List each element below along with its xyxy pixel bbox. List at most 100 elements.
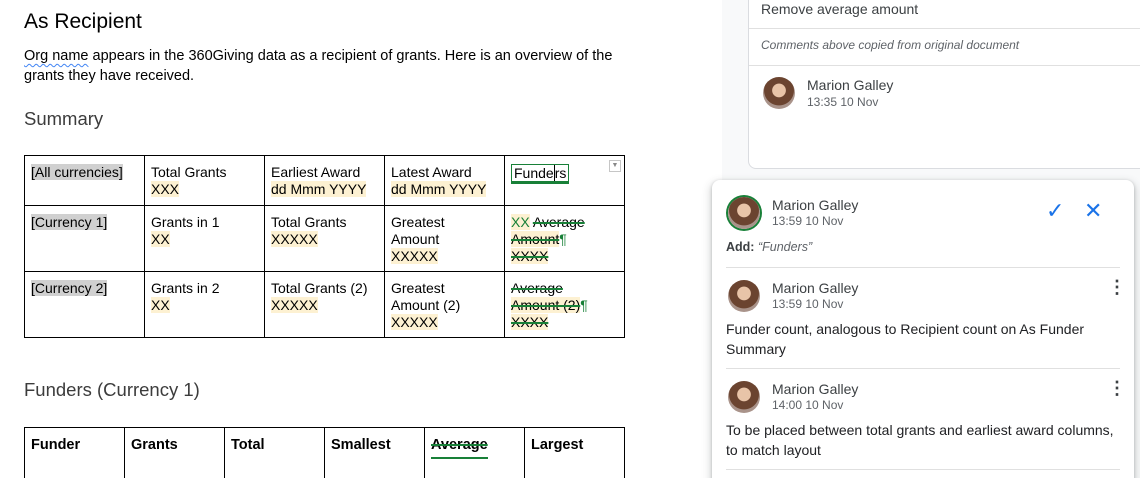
summary-table[interactable]: [All currencies] Total Grants XXX Earlie…	[24, 155, 625, 338]
spellcheck-word[interactable]: Org name	[24, 48, 88, 64]
column-header: Total	[231, 437, 265, 453]
table-row: Funder Grants Total Smallest Average Lar…	[24, 427, 625, 478]
avatar[interactable]	[728, 197, 760, 229]
suggested-deletion[interactable]: Amount (2)	[511, 297, 581, 313]
insertion-text: rs	[554, 165, 567, 181]
intro-paragraph: Org name appears in the 360Giving data a…	[24, 46, 644, 86]
check-icon[interactable]: ✓	[1046, 198, 1064, 224]
divider	[726, 469, 1120, 470]
cell-text: [Currency 1]	[31, 214, 108, 230]
table-header-cell[interactable]: Average	[424, 427, 525, 478]
cell-value: XXXXX	[391, 248, 438, 264]
comment-time: 13:59 10 Nov	[772, 214, 844, 228]
table-row: [Currency 2] Grants in 2 XX Total Grants…	[24, 271, 625, 338]
table-cell[interactable]: Funders ▼	[504, 155, 625, 206]
cell-value: XX	[151, 297, 170, 313]
table-cell[interactable]: Total Grants XXX	[144, 155, 265, 206]
avatar[interactable]	[728, 280, 760, 312]
cell-text: [All currencies]	[31, 164, 123, 180]
intro-text: appears in the 360Giving data as a recip…	[24, 48, 613, 84]
divider	[749, 65, 1140, 66]
table-cell[interactable]: Greatest Amount XXXXX	[384, 205, 505, 272]
table-cell[interactable]: Earliest Award dd Mmm YYYY	[264, 155, 385, 206]
cell-value: XXXXX	[271, 297, 318, 313]
summary-heading: Summary	[24, 108, 104, 129]
table-cell[interactable]: Average Amount (2)¶ XXXX	[504, 271, 625, 338]
suggestion-label: Add:	[726, 240, 755, 254]
table-cell[interactable]: Greatest Amount (2) XXXXX	[384, 271, 505, 338]
more-vert-icon[interactable]: ⋮	[1108, 278, 1126, 296]
cell-text: Grants in 2	[151, 280, 220, 296]
cell-text: Total Grants	[151, 164, 227, 180]
comment-time: 13:35 10 Nov	[807, 95, 879, 109]
column-header: Smallest	[331, 437, 391, 453]
avatar[interactable]	[728, 381, 760, 413]
cell-text: Earliest Award	[271, 164, 361, 180]
comment-text: Remove average amount	[761, 1, 919, 17]
active-comment-card[interactable]: Marion Galley 13:59 10 Nov ✓ ✕ Add: “Fun…	[712, 180, 1134, 478]
cell-text: Grants in 1	[151, 214, 220, 230]
table-cell[interactable]: Grants in 2 XX	[144, 271, 265, 338]
comment-text: Funder count, analogous to Recipient cou…	[726, 321, 1085, 357]
comment-author: Marion Galley	[772, 280, 859, 296]
divider	[726, 368, 1120, 369]
cell-text: Greatest	[391, 280, 445, 296]
chevron-down-icon[interactable]: ▼	[609, 160, 621, 172]
table-header-cell[interactable]: Total	[224, 427, 325, 478]
cell-value: XX	[151, 231, 170, 247]
cell-value: XXXXX	[391, 314, 438, 330]
table-row: [All currencies] Total Grants XXX Earlie…	[24, 155, 625, 206]
table-header-cell[interactable]: Largest	[524, 427, 625, 478]
table-header-cell[interactable]: Funder	[24, 427, 125, 478]
comment-text: To be placed between total grants and ea…	[726, 422, 1114, 458]
funders-heading: Funders (Currency 1)	[24, 379, 200, 400]
more-vert-icon[interactable]: ⋮	[1108, 379, 1126, 397]
suggested-deletion[interactable]: Average	[511, 280, 563, 296]
table-cell[interactable]: [Currency 1]	[24, 205, 145, 272]
cell-value: dd Mmm YYYY	[271, 181, 367, 197]
funders-table[interactable]: Funder Grants Total Smallest Average Lar…	[24, 427, 625, 478]
suggested-deletion[interactable]: Average	[431, 437, 488, 459]
table-cell[interactable]: XX Average Amount¶ XXXX	[504, 205, 625, 272]
column-header: Grants	[131, 437, 178, 453]
suggested-deletion[interactable]: Amount	[511, 231, 560, 247]
suggested-deletion[interactable]: Average	[533, 214, 585, 230]
table-cell[interactable]: [Currency 2]	[24, 271, 145, 338]
cell-text: [Currency 2]	[31, 280, 108, 296]
pilcrow-mark: ¶	[580, 297, 588, 313]
suggestion-summary: Add: “Funders”	[726, 240, 812, 254]
cell-value: XXXXX	[271, 231, 318, 247]
divider	[749, 28, 1140, 29]
cell-text: Latest Award	[391, 164, 472, 180]
close-icon[interactable]: ✕	[1084, 198, 1102, 224]
copied-note: Comments above copied from original docu…	[761, 38, 1020, 52]
avatar[interactable]	[763, 77, 795, 109]
table-cell[interactable]: Grants in 1 XX	[144, 205, 265, 272]
column-header: Funder	[31, 437, 81, 453]
document-canvas[interactable]: As Recipient Org name appears in the 360…	[0, 0, 722, 478]
suggested-deletion[interactable]: XXXX	[511, 314, 549, 330]
cell-text: Total Grants (2)	[271, 280, 368, 296]
suggestion-value: “Funders”	[757, 240, 813, 254]
suggested-deletion[interactable]: XXXX	[511, 248, 549, 264]
table-header-cell[interactable]: Grants	[124, 427, 225, 478]
comment-time: 14:00 10 Nov	[772, 398, 844, 412]
comment-author: Marion Galley	[807, 77, 894, 93]
column-header: Largest	[531, 437, 584, 453]
suggested-insertion[interactable]: XX	[511, 214, 530, 230]
comment-author: Marion Galley	[772, 197, 859, 213]
table-cell[interactable]: Latest Award dd Mmm YYYY	[384, 155, 505, 206]
comment-thread-card[interactable]: Remove average amount Comments above cop…	[748, 0, 1140, 169]
suggested-insertion[interactable]: Funders	[511, 164, 570, 184]
divider	[726, 267, 1120, 268]
page-title: As Recipient	[24, 10, 142, 33]
table-cell[interactable]: [All currencies]	[24, 155, 145, 206]
cell-value: XXX	[151, 181, 180, 197]
insertion-text: Funde	[514, 165, 554, 181]
table-row: [Currency 1] Grants in 1 XX Total Grants…	[24, 205, 625, 272]
table-cell[interactable]: Total Grants (2) XXXXX	[264, 271, 385, 338]
table-header-cell[interactable]: Smallest	[324, 427, 425, 478]
comment-author: Marion Galley	[772, 381, 859, 397]
cell-text: Amount (2)	[391, 297, 461, 313]
table-cell[interactable]: Total Grants XXXXX	[264, 205, 385, 272]
